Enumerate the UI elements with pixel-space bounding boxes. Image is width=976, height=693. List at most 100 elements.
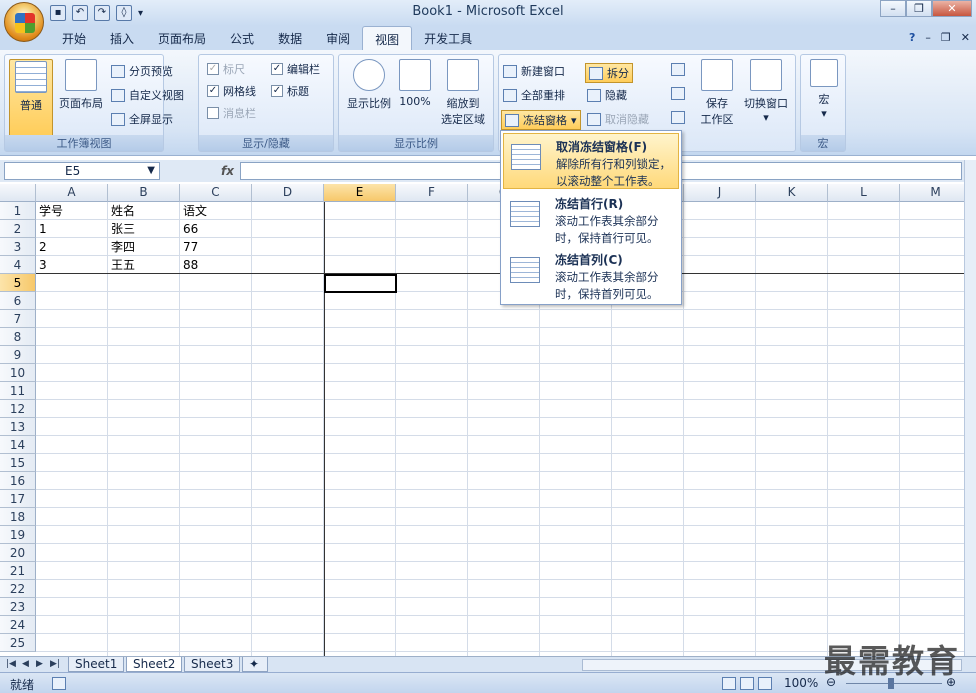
- page-break-status-icon[interactable]: [758, 677, 772, 690]
- row-header-13[interactable]: 13: [0, 418, 36, 436]
- custom-views-button[interactable]: 自定义视图: [111, 87, 184, 103]
- row-header-12[interactable]: 12: [0, 400, 36, 418]
- insert-function-button[interactable]: fx: [168, 162, 238, 180]
- tab-page-layout[interactable]: 页面布局: [146, 26, 218, 50]
- row-header-5[interactable]: 5: [0, 274, 36, 292]
- help-icon[interactable]: ?: [909, 31, 915, 44]
- column-header-a[interactable]: A: [36, 184, 108, 202]
- cell-c4[interactable]: 88: [180, 256, 252, 274]
- zoom-level[interactable]: 100%: [784, 676, 818, 690]
- vertical-scrollbar[interactable]: [964, 160, 976, 656]
- tab-formulas[interactable]: 公式: [218, 26, 266, 50]
- row-header-9[interactable]: 9: [0, 346, 36, 364]
- tab-home[interactable]: 开始: [50, 26, 98, 50]
- ribbon-close-icon[interactable]: ✕: [961, 31, 970, 44]
- view-side-by-side-icon[interactable]: [671, 63, 685, 76]
- row-header-19[interactable]: 19: [0, 526, 36, 544]
- column-header-e[interactable]: E: [324, 184, 396, 202]
- column-header-j[interactable]: J: [684, 184, 756, 202]
- worksheet-grid[interactable]: ABCDEFGHIJKLM123456789101112131415161718…: [0, 184, 972, 656]
- name-box[interactable]: E5 ▼: [4, 162, 160, 180]
- cell-a1[interactable]: 学号: [36, 202, 108, 220]
- split-button[interactable]: 拆分: [585, 63, 633, 83]
- row-header-10[interactable]: 10: [0, 364, 36, 382]
- row-header-25[interactable]: 25: [0, 634, 36, 652]
- row-header-22[interactable]: 22: [0, 580, 36, 598]
- next-sheet-icon[interactable]: ▶: [36, 659, 43, 669]
- row-header-11[interactable]: 11: [0, 382, 36, 400]
- row-header-7[interactable]: 7: [0, 310, 36, 328]
- hide-button[interactable]: 隐藏: [587, 87, 627, 103]
- office-button[interactable]: [4, 2, 44, 42]
- cell-b4[interactable]: 王五: [108, 256, 180, 274]
- sync-scroll-icon[interactable]: [671, 87, 685, 100]
- row-header-23[interactable]: 23: [0, 598, 36, 616]
- normal-view-status-icon[interactable]: [722, 677, 736, 690]
- zoom-button[interactable]: 显示比例: [341, 59, 397, 111]
- row-header-15[interactable]: 15: [0, 454, 36, 472]
- column-header-b[interactable]: B: [108, 184, 180, 202]
- row-header-1[interactable]: 1: [0, 202, 36, 220]
- row-header-24[interactable]: 24: [0, 616, 36, 634]
- column-header-d[interactable]: D: [252, 184, 324, 202]
- row-header-6[interactable]: 6: [0, 292, 36, 310]
- new-window-button[interactable]: 新建窗口: [503, 63, 565, 79]
- freeze-top-row-item[interactable]: 冻结首行(R) 滚动工作表其余部分时，保持首行可见。: [503, 191, 679, 247]
- insert-sheet-icon[interactable]: ✦: [242, 657, 268, 672]
- full-screen-button[interactable]: 全屏显示: [111, 111, 173, 127]
- zoom-to-selection-button[interactable]: 缩放到 选定区域: [437, 59, 489, 127]
- close-button[interactable]: ✕: [932, 0, 972, 17]
- row-header-8[interactable]: 8: [0, 328, 36, 346]
- switch-windows-button[interactable]: 切换窗口 ▾: [739, 59, 793, 124]
- cell-b3[interactable]: 李四: [108, 238, 180, 256]
- cell-a4[interactable]: 3: [36, 256, 108, 274]
- tab-view[interactable]: 视图: [362, 26, 413, 50]
- first-sheet-icon[interactable]: |◀: [6, 659, 16, 669]
- sheet-tab-sheet1[interactable]: Sheet1: [68, 657, 125, 672]
- cell-b2[interactable]: 张三: [108, 220, 180, 238]
- row-header-17[interactable]: 17: [0, 490, 36, 508]
- gridlines-checkbox[interactable]: ✓ 网格线: [207, 83, 256, 99]
- restore-button[interactable]: ❐: [906, 0, 932, 17]
- zoom-slider[interactable]: [846, 683, 942, 684]
- cell-a2[interactable]: 1: [36, 220, 108, 238]
- tab-review[interactable]: 审阅: [314, 26, 362, 50]
- edit-bar-checkbox[interactable]: ✓ 编辑栏: [271, 61, 320, 77]
- select-all-corner[interactable]: [0, 184, 36, 202]
- row-header-20[interactable]: 20: [0, 544, 36, 562]
- freeze-panes-button[interactable]: 冻结窗格 ▾: [501, 110, 581, 130]
- minimize-button[interactable]: –: [880, 0, 906, 17]
- row-header-4[interactable]: 4: [0, 256, 36, 274]
- row-header-18[interactable]: 18: [0, 508, 36, 526]
- tab-developer[interactable]: 开发工具: [412, 26, 484, 50]
- ribbon-minimize-icon[interactable]: –: [925, 31, 931, 44]
- page-layout-status-icon[interactable]: [740, 677, 754, 690]
- column-header-k[interactable]: K: [756, 184, 828, 202]
- macros-button[interactable]: 宏 ▾: [805, 59, 843, 120]
- ribbon-restore-icon[interactable]: ❐: [941, 31, 951, 44]
- active-cell-e5[interactable]: [324, 274, 397, 293]
- tab-insert[interactable]: 插入: [98, 26, 146, 50]
- unfreeze-panes-item[interactable]: 取消冻结窗格(F) 解除所有行和列锁定，以滚动整个工作表。: [503, 133, 679, 189]
- sheet-tab-sheet2[interactable]: Sheet2: [126, 657, 183, 672]
- unhide-button[interactable]: 取消隐藏: [587, 111, 649, 127]
- page-layout-view-button[interactable]: 页面布局: [55, 59, 107, 111]
- cell-c3[interactable]: 77: [180, 238, 252, 256]
- cell-a3[interactable]: 2: [36, 238, 108, 256]
- message-bar-checkbox[interactable]: 消息栏: [207, 105, 256, 121]
- arrange-all-button[interactable]: 全部重排: [503, 87, 565, 103]
- row-header-14[interactable]: 14: [0, 436, 36, 454]
- save-workspace-button[interactable]: 保存 工作区: [695, 59, 739, 127]
- tab-data[interactable]: 数据: [266, 26, 314, 50]
- sheet-tab-sheet3[interactable]: Sheet3: [184, 657, 241, 672]
- freeze-first-column-item[interactable]: 冻结首列(C) 滚动工作表其余部分时，保持首列可见。: [503, 247, 679, 303]
- column-header-c[interactable]: C: [180, 184, 252, 202]
- headings-checkbox[interactable]: ✓ 标题: [271, 83, 309, 99]
- last-sheet-icon[interactable]: ▶|: [50, 659, 60, 669]
- cell-b1[interactable]: 姓名: [108, 202, 180, 220]
- row-header-16[interactable]: 16: [0, 472, 36, 490]
- zoom-100-button[interactable]: 100%: [397, 59, 433, 108]
- cell-c2[interactable]: 66: [180, 220, 252, 238]
- row-header-21[interactable]: 21: [0, 562, 36, 580]
- reset-position-icon[interactable]: [671, 111, 685, 124]
